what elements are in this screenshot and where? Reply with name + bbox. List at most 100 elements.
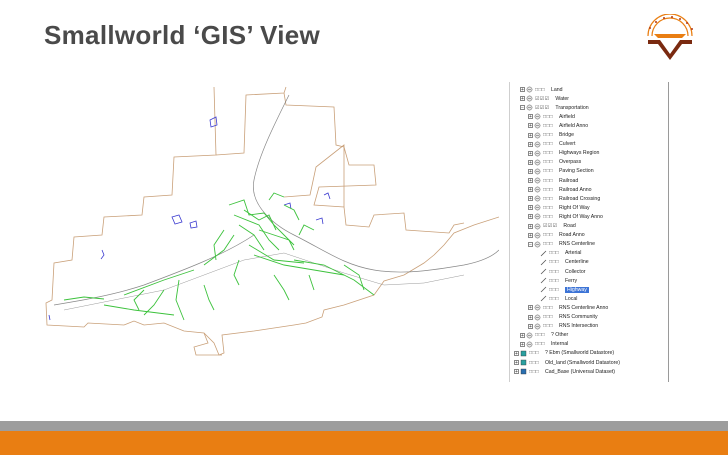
layer-tree-row[interactable]: + □□□ Culvert [528,140,575,149]
visibility-checkboxes[interactable]: □□□ [543,123,553,129]
layer-tree-row[interactable]: + □□□ Land [520,85,563,94]
visibility-checkboxes[interactable]: □□□ [535,332,545,338]
layer-tree-row[interactable]: + ☑☑☑ Road [528,222,576,231]
visibility-checkboxes[interactable]: □□□ [543,150,553,156]
layer-label[interactable]: Airfield [559,114,575,120]
layer-label[interactable]: Airfield Anno [559,123,588,129]
visibility-checkboxes[interactable]: □□□ [549,269,559,275]
expand-toggle-icon[interactable]: + [528,196,533,202]
visibility-checkboxes[interactable]: □□□ [535,341,545,347]
layer-tree-row[interactable]: + □□□ Paving Section [528,167,594,176]
layer-tree-row[interactable]: + □□□ Cad_Base (Universal Dataset) [514,367,615,376]
visibility-checkboxes[interactable]: □□□ [543,132,553,138]
expand-toggle-icon[interactable]: + [528,159,533,165]
expand-toggle-icon[interactable]: + [514,350,519,356]
layer-tree-row[interactable]: + ☑☑☑ Water [520,94,569,103]
layer-tree-row[interactable]: □□□ Local [540,294,577,303]
layer-tree-row[interactable]: − □□□ RNS Centerline [528,240,595,249]
expand-toggle-icon[interactable]: + [528,305,533,311]
expand-toggle-icon[interactable]: + [528,205,533,211]
expand-toggle-icon[interactable]: + [528,114,533,120]
visibility-checkboxes[interactable]: □□□ [543,141,553,147]
expand-toggle-icon[interactable]: + [528,314,533,320]
expand-toggle-icon[interactable]: + [528,232,533,238]
layer-label[interactable]: Overpass [559,159,581,165]
visibility-checkboxes[interactable]: ☑☑☑ [535,96,549,102]
expand-toggle-icon[interactable]: + [528,141,533,147]
expand-toggle-icon[interactable]: + [528,223,533,229]
layer-label[interactable]: Railroad [559,178,578,184]
visibility-checkboxes[interactable]: □□□ [543,168,553,174]
layer-label[interactable]: Railroad Crossing [559,196,600,202]
expand-toggle-icon[interactable]: + [528,323,533,329]
visibility-checkboxes[interactable]: ☑☑☑ [535,105,549,111]
expand-toggle-icon[interactable]: + [528,150,533,156]
visibility-checkboxes[interactable]: □□□ [529,350,539,356]
layer-label[interactable]: RNS Centerline Anno [559,305,608,311]
visibility-checkboxes[interactable]: □□□ [543,323,553,329]
layer-label[interactable]: Water [555,96,569,102]
layer-label[interactable]: Land [551,87,563,93]
layer-label[interactable]: Road [563,223,575,229]
layer-tree-row[interactable]: + □□□ Road Anno [528,231,585,240]
layer-tree-row[interactable]: □□□ Arterial [540,249,581,258]
visibility-checkboxes[interactable]: □□□ [543,314,553,320]
layer-label[interactable]: Arterial [565,250,581,256]
visibility-checkboxes[interactable]: □□□ [543,196,553,202]
map-view[interactable] [44,85,500,385]
layer-label[interactable]: RNS Centerline [559,241,595,247]
layer-tree-row[interactable]: □□□ Ferry [540,276,577,285]
visibility-checkboxes[interactable]: □□□ [549,278,559,284]
layer-label[interactable]: Bridge [559,132,574,138]
layer-label[interactable]: Culvert [559,141,575,147]
visibility-checkboxes[interactable]: □□□ [543,241,553,247]
layer-label[interactable]: Paving Section [559,168,594,174]
visibility-checkboxes[interactable]: □□□ [543,178,553,184]
visibility-checkboxes[interactable]: □□□ [549,296,559,302]
expand-toggle-icon[interactable]: + [520,341,525,347]
visibility-checkboxes[interactable]: □□□ [543,159,553,165]
layer-label[interactable]: ? Other [551,332,568,338]
visibility-checkboxes[interactable]: □□□ [529,360,539,366]
expand-toggle-icon[interactable]: + [514,369,519,375]
expand-toggle-icon[interactable]: + [520,96,525,102]
visibility-checkboxes[interactable]: □□□ [543,305,553,311]
layer-label[interactable]: Road Anno [559,232,585,238]
layer-label[interactable]: Cad_Base (Universal Dataset) [545,369,615,375]
expand-toggle-icon[interactable]: + [514,360,519,366]
layer-tree-row[interactable]: − ☑☑☑ Transportation [520,103,589,112]
layer-label[interactable]: RNS Community [559,314,598,320]
expand-toggle-icon[interactable]: + [528,168,533,174]
expand-toggle-icon[interactable]: + [528,214,533,220]
layer-label[interactable]: Collector [565,269,585,275]
layer-label[interactable]: ? Ebm (Smallworld Datastore) [545,350,614,356]
layer-tree-row[interactable]: + □□□ Bridge [528,131,574,140]
visibility-checkboxes[interactable]: □□□ [549,250,559,256]
layer-tree-row[interactable]: + □□□ RNS Community [528,313,598,322]
visibility-checkboxes[interactable]: □□□ [543,187,553,193]
expand-toggle-icon[interactable]: + [528,132,533,138]
layer-label[interactable]: Local [565,296,577,302]
layer-label[interactable]: Old_land (Smallworld Datastore) [545,360,620,366]
layer-label[interactable]: Transportation [555,105,588,111]
visibility-checkboxes[interactable]: □□□ [549,259,559,265]
layer-tree-row[interactable]: □□□ Collector [540,267,585,276]
layer-tree-row[interactable]: + □□□ ? Other [520,331,568,340]
layer-tree-row[interactable]: + □□□ Airfield Anno [528,121,588,130]
layer-label[interactable]: Centerline [565,259,589,265]
layer-tree-row[interactable]: + □□□ Railroad Anno [528,185,592,194]
layer-label[interactable]: Internal [551,341,568,347]
expand-toggle-icon[interactable]: + [520,87,525,93]
expand-toggle-icon[interactable]: + [520,332,525,338]
layer-tree-row[interactable]: □□□ Centerline [540,258,589,267]
layer-label[interactable]: Railroad Anno [559,187,592,193]
expand-toggle-icon[interactable]: + [528,187,533,193]
layer-tree-row[interactable]: + □□□ Right Of Way [528,203,590,212]
layer-label[interactable]: RNS Intersection [559,323,598,329]
expand-toggle-icon[interactable]: − [520,105,525,111]
layer-tree-row[interactable]: + □□□ Right Of Way Anno [528,212,603,221]
layer-tree-row[interactable]: + □□□ ? Ebm (Smallworld Datastore) [514,349,614,358]
visibility-checkboxes[interactable]: □□□ [529,369,539,375]
layer-tree-row[interactable]: + □□□ Overpass [528,158,581,167]
layer-label[interactable]: Highways Region [559,150,599,156]
